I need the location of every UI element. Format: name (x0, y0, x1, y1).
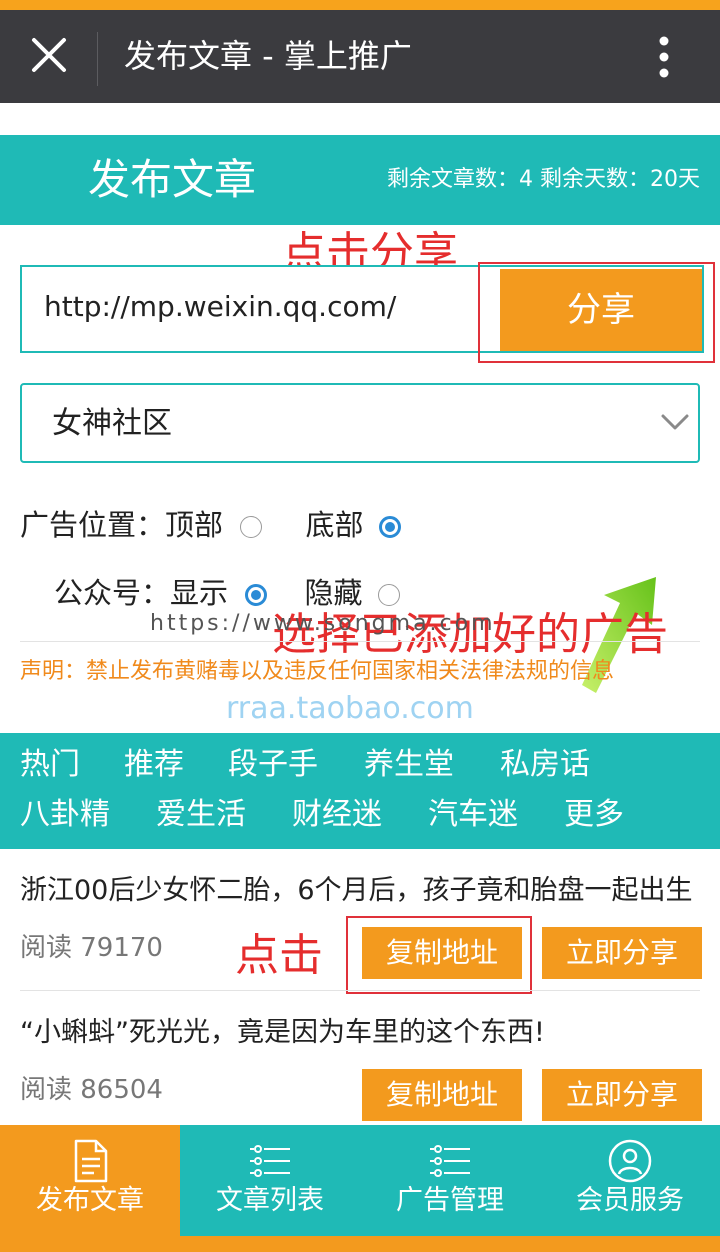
user-icon (608, 1139, 652, 1183)
tab-label: 发布文章 (36, 1185, 144, 1216)
bottom-option-label[interactable]: 底部 (305, 508, 363, 542)
article-title[interactable]: “小蝌蚪”死光光，竟是因为车里的这个东西! (20, 1013, 700, 1053)
category-finance[interactable]: 财经迷 (292, 795, 382, 835)
list-icon (430, 1145, 470, 1177)
share-now-button[interactable]: 立即分享 (542, 1069, 702, 1121)
tab-publish-article[interactable]: 发布文章 (0, 1125, 180, 1236)
page-content: 发布文章 剩余文章数：4 剩余天数：20天 点击分享 http://mp.wei… (0, 103, 720, 1125)
tab-member-service[interactable]: 会员服务 (540, 1125, 720, 1236)
document-icon (74, 1139, 108, 1183)
radio-top[interactable] (240, 516, 263, 538)
more-options-icon[interactable] (642, 32, 686, 82)
list-icon (250, 1145, 290, 1177)
article-read-count: 阅读 86504 (20, 1075, 163, 1105)
bottom-tab-bar: 发布文章 文章列表 广告管理 会员服务 (0, 1125, 720, 1236)
share-now-button[interactable]: 立即分享 (542, 927, 702, 979)
annotation-click: 点击 (235, 930, 323, 981)
remaining-stats: 剩余文章数：4 剩余天数：20天 (387, 167, 700, 192)
url-input[interactable]: http://mp.weixin.qq.com/ (44, 289, 396, 325)
category-auto[interactable]: 汽车迷 (428, 795, 518, 835)
page-header: 发布文章 剩余文章数：4 剩余天数：20天 (0, 135, 720, 225)
close-icon[interactable] (28, 34, 70, 76)
category-more[interactable]: 更多 (564, 795, 624, 835)
divider (20, 641, 700, 642)
hide-option-label[interactable]: 隐藏 (304, 576, 362, 610)
watermark-songma: https://www.songma.com (150, 611, 496, 636)
category-bar: 热门 推荐 段子手 养生堂 私房话 八卦精 爱生活 财经迷 汽车迷 更多 (0, 733, 720, 849)
radio-hide[interactable] (377, 584, 400, 606)
ad-select[interactable]: 女神社区 (20, 383, 700, 463)
tab-label: 文章列表 (216, 1185, 324, 1216)
category-health[interactable]: 养生堂 (364, 745, 454, 785)
tab-article-list[interactable]: 文章列表 (180, 1125, 360, 1236)
ad-position-row: 广告位置：顶部 底部 (20, 506, 401, 544)
category-hot[interactable]: 热门 (20, 745, 80, 785)
chevron-down-icon (660, 411, 690, 435)
list-item: “小蝌蚪”死光光，竟是因为车里的这个东西! 阅读 86504 复制地址 立即分享 (0, 1013, 720, 1125)
tab-label: 会员服务 (576, 1185, 684, 1216)
radio-bottom[interactable] (378, 516, 401, 538)
category-private-talk[interactable]: 私房话 (500, 745, 590, 785)
tab-ad-management[interactable]: 广告管理 (360, 1125, 540, 1236)
article-title[interactable]: 浙江00后少女怀二胎，6个月后，孩子竟和胎盘一起出生 (20, 871, 700, 911)
legal-notice: 声明：禁止发布黄赌毒以及违反任何国家相关法律法规的信息 (20, 659, 615, 684)
article-read-count: 阅读 79170 (20, 933, 163, 963)
bottom-accent-strip (0, 1236, 720, 1252)
category-life[interactable]: 爱生活 (156, 795, 246, 835)
divider (20, 990, 700, 991)
top-option-label[interactable]: 顶部 (165, 508, 223, 542)
copy-address-button[interactable]: 复制地址 (362, 1069, 522, 1121)
category-jokes[interactable]: 段子手 (228, 745, 318, 785)
category-recommended[interactable]: 推荐 (124, 745, 184, 785)
account-display-row: 公众号：显示 隐藏 (54, 574, 400, 612)
category-gossip[interactable]: 八卦精 (20, 795, 110, 835)
watermark-taobao: rraa.taobao.com (226, 691, 474, 726)
annotation-share-highlight (478, 262, 715, 363)
window-title: 发布文章 - 掌上推广 (124, 37, 412, 75)
annotation-copy-highlight (346, 916, 532, 994)
ad-select-value: 女神社区 (52, 406, 172, 441)
ad-position-label: 广告位置： (20, 508, 166, 542)
top-accent-strip (0, 0, 720, 10)
tab-label: 广告管理 (396, 1185, 504, 1216)
titlebar-divider (97, 32, 98, 86)
radio-show[interactable] (245, 584, 268, 606)
page-title: 发布文章 (88, 155, 257, 204)
account-label: 公众号： (54, 576, 171, 610)
app-titlebar: 发布文章 - 掌上推广 (0, 10, 720, 103)
show-option-label[interactable]: 显示 (170, 576, 228, 610)
